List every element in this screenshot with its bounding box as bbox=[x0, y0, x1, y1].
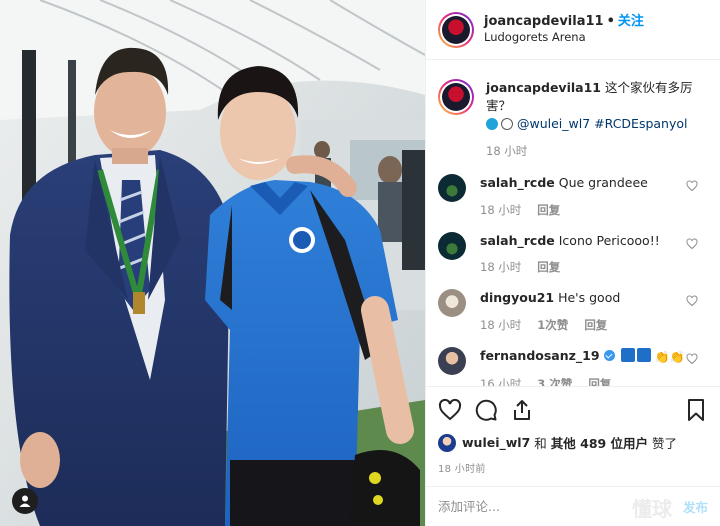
comment-item: salah_rcde Que grandeee 18 小时 回复 bbox=[438, 174, 708, 218]
comment-time[interactable]: 16 小时 bbox=[480, 377, 521, 386]
author-username[interactable]: joancapdevila11 bbox=[484, 14, 604, 29]
comment-time[interactable]: 18 小时 bbox=[480, 318, 521, 332]
heart-icon[interactable] bbox=[686, 180, 698, 192]
caption-hashtag[interactable]: #RCDEspanyol bbox=[594, 116, 687, 131]
post-header: joancapdevila11 • 关注 Ludogorets Arena bbox=[426, 0, 720, 60]
add-comment-bar: 懂球 发布 bbox=[426, 486, 720, 526]
liker-avatar[interactable] bbox=[438, 433, 456, 452]
person-icon[interactable] bbox=[12, 488, 38, 514]
follow-button[interactable]: 关注 bbox=[618, 14, 644, 29]
caption-author-avatar[interactable] bbox=[438, 79, 474, 115]
commenter-username[interactable]: salah_rcde bbox=[480, 233, 555, 248]
liker-username[interactable]: wulei_wl7 bbox=[462, 435, 530, 450]
location-link[interactable]: Ludogorets Arena bbox=[484, 30, 644, 44]
comment-time[interactable]: 18 小时 bbox=[480, 203, 521, 217]
caption-emoji bbox=[486, 118, 513, 131]
watermark: 懂球 bbox=[632, 497, 672, 521]
comments-list[interactable]: joancapdevila11 这个家伙有多厉害？ @wulei_wl7 #RC… bbox=[426, 61, 720, 386]
share-icon[interactable] bbox=[510, 398, 534, 422]
clap-emoji-icon: 👏👏 bbox=[654, 349, 685, 364]
caption-mention[interactable]: @wulei_wl7 bbox=[517, 116, 590, 131]
comment-text: Icono Pericooo!! bbox=[558, 232, 660, 248]
commenter-avatar[interactable] bbox=[438, 231, 466, 260]
post-comment-button[interactable]: 发布 bbox=[683, 497, 708, 516]
post-side-panel: joancapdevila11 • 关注 Ludogorets Arena joan… bbox=[425, 0, 720, 526]
author-avatar[interactable] bbox=[438, 11, 474, 48]
post-timestamp[interactable]: 18 小时前 bbox=[438, 460, 708, 475]
commenter-username[interactable]: dingyou21 bbox=[480, 290, 554, 305]
heart-icon[interactable] bbox=[686, 353, 698, 365]
commenter-username[interactable]: salah_rcde bbox=[480, 175, 555, 190]
flag-emoji-icon bbox=[620, 347, 635, 362]
comment-item: dingyou21 He's good 18 小时 1次赞 回复 bbox=[438, 289, 708, 333]
comment-like-count[interactable]: 1次赞 bbox=[537, 318, 568, 332]
comment-time[interactable]: 18 小时 bbox=[480, 260, 521, 274]
likes-suffix: 赞了 bbox=[652, 436, 678, 451]
flag-emoji-icon bbox=[636, 347, 651, 362]
heart-icon[interactable] bbox=[686, 238, 698, 250]
bookmark-icon[interactable] bbox=[684, 398, 708, 422]
likes-others[interactable]: 其他 489 位用户 bbox=[551, 433, 648, 452]
separator-dot: • bbox=[606, 14, 615, 30]
caption-username[interactable]: joancapdevila11 bbox=[486, 80, 601, 95]
reply-button[interactable]: 回复 bbox=[537, 203, 560, 217]
heart-icon[interactable] bbox=[438, 398, 462, 422]
comment-icon[interactable] bbox=[474, 398, 498, 422]
reply-button[interactable]: 回复 bbox=[584, 318, 607, 332]
comment-text: He's good bbox=[558, 290, 621, 306]
comment-item: salah_rcde Icono Pericooo!! 18 小时 回复 bbox=[438, 231, 708, 276]
reply-button[interactable]: 回复 bbox=[537, 260, 560, 274]
likes-and: 和 bbox=[534, 436, 547, 451]
commenter-avatar[interactable] bbox=[438, 346, 466, 375]
comment-item: fernandosanz_19 👏👏 16 小时 3 次赞 回复 bbox=[438, 346, 708, 386]
likes-summary[interactable]: wulei_wl7 和 其他 489 位用户 赞了 bbox=[438, 433, 708, 452]
comment-like-count[interactable]: 3 次赞 bbox=[537, 377, 572, 386]
commenter-username[interactable]: fernandosanz_19 bbox=[480, 348, 600, 363]
photo-illustration bbox=[0, 0, 425, 526]
comment-text: Que grandeee bbox=[558, 175, 648, 191]
caption: joancapdevila11 这个家伙有多厉害？ @wulei_wl7 #RC… bbox=[438, 79, 708, 160]
post-actions: wulei_wl7 和 其他 489 位用户 赞了 18 小时前 bbox=[426, 386, 720, 486]
reply-button[interactable]: 回复 bbox=[588, 377, 611, 386]
commenter-avatar[interactable] bbox=[438, 289, 466, 318]
post-photo[interactable] bbox=[0, 0, 425, 526]
verified-badge-icon bbox=[603, 349, 615, 361]
commenter-avatar[interactable] bbox=[438, 174, 466, 203]
caption-time[interactable]: 18 小时 bbox=[486, 144, 527, 158]
heart-icon[interactable] bbox=[686, 295, 698, 307]
